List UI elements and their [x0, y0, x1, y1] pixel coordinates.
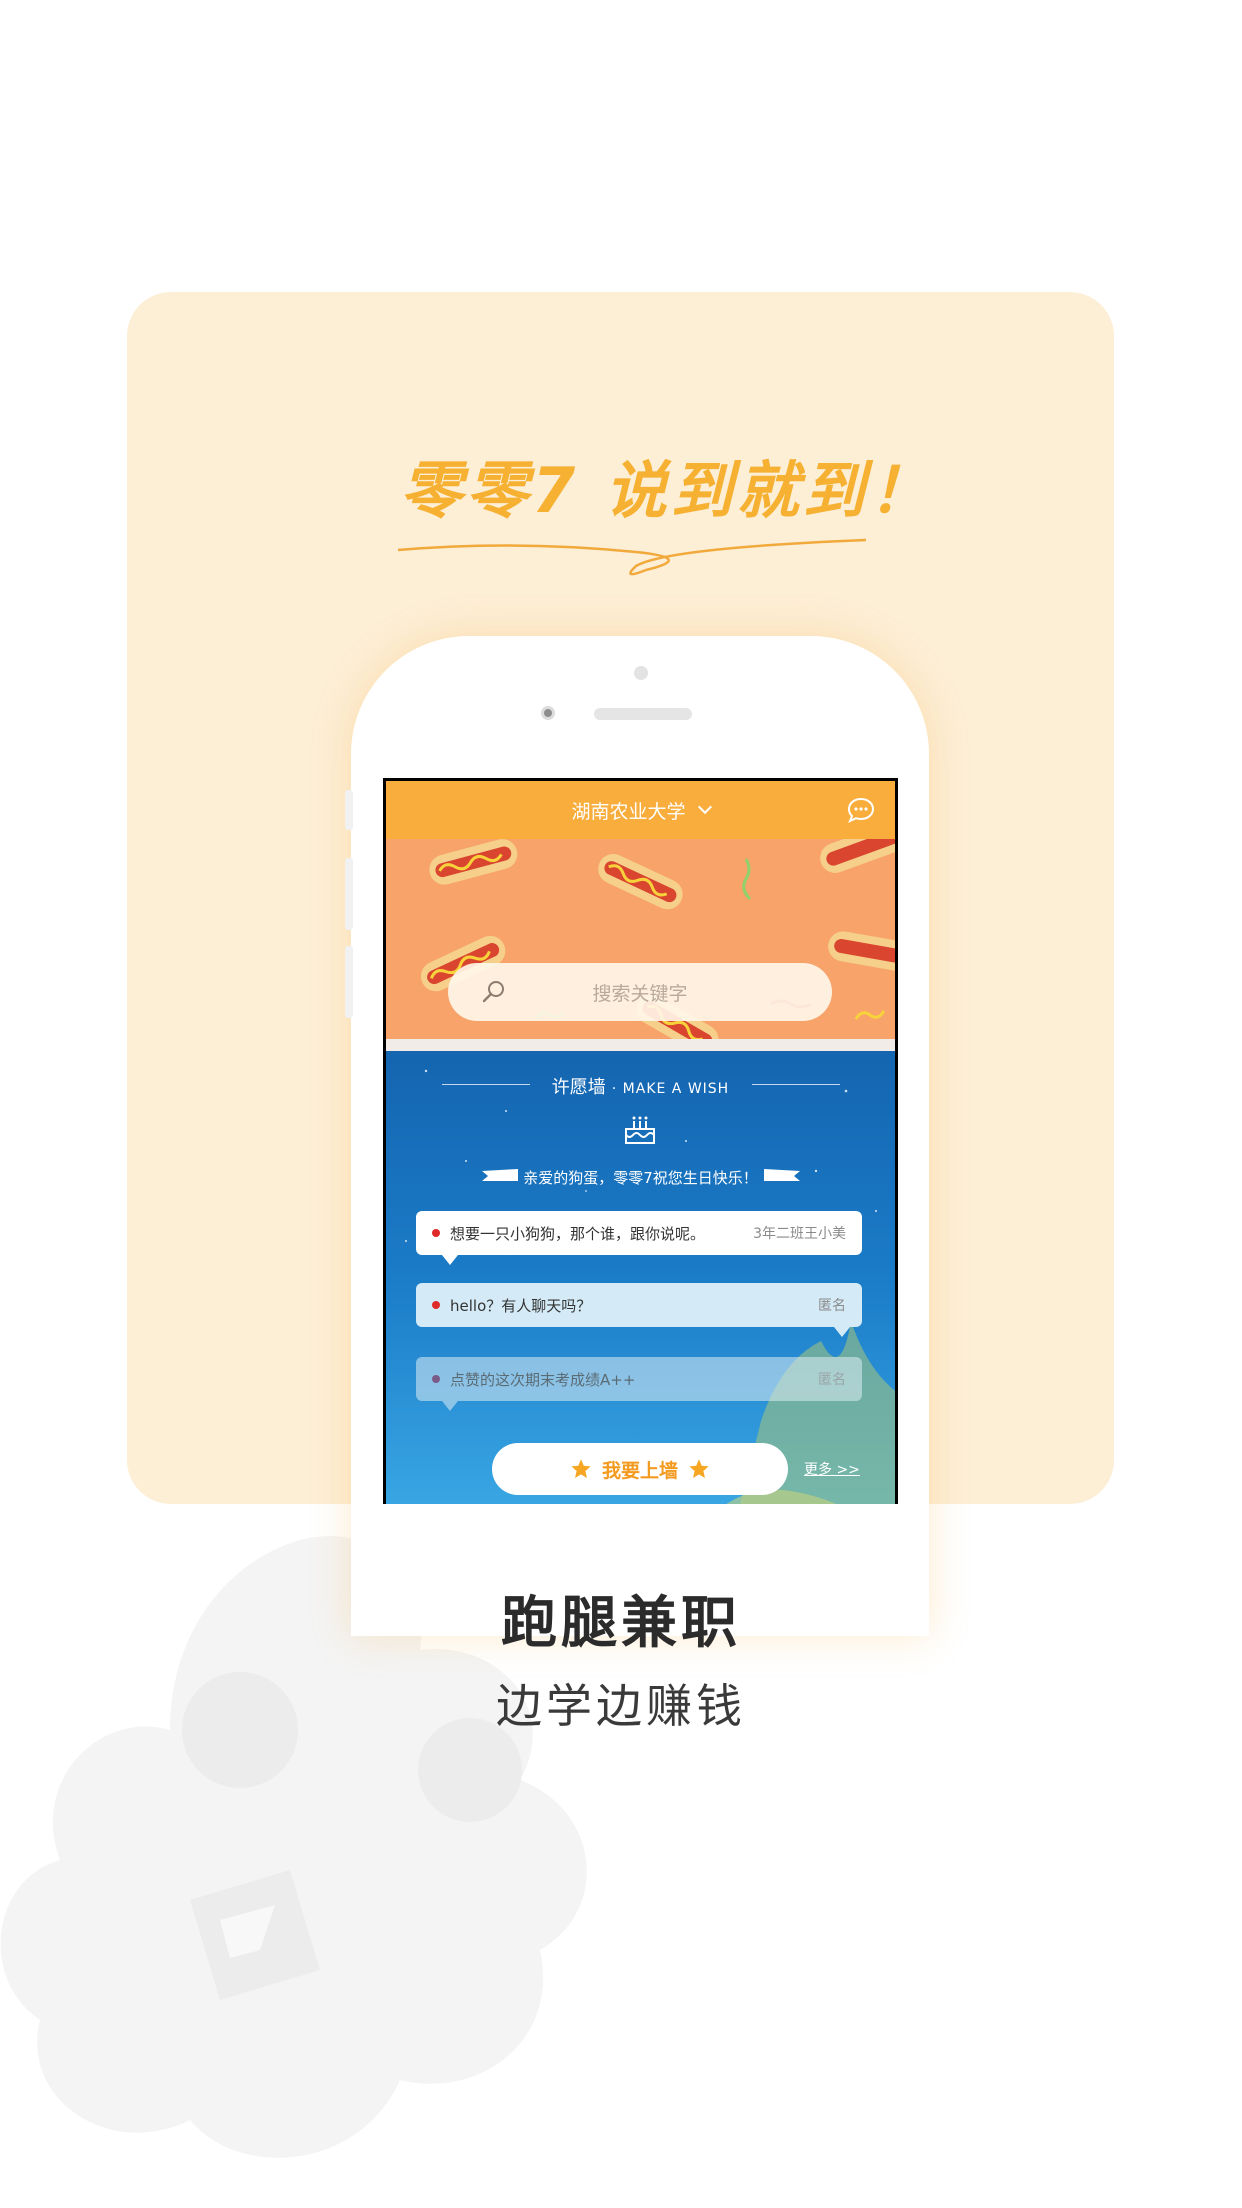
- slogan: 零零7 说到就到！: [397, 440, 931, 600]
- birthday-message: 亲爱的狗蛋，零零7祝您生日快乐！: [523, 1169, 758, 1187]
- post-wish-button[interactable]: 我要上墙: [492, 1443, 788, 1495]
- wish-title-en: · MAKE A WISH: [611, 1081, 730, 1097]
- caption-title: 跑腿兼职: [501, 1591, 741, 1656]
- search-input[interactable]: 搜索关键字: [448, 963, 832, 1021]
- wish-message[interactable]: hello？有人聊天吗？ 匿名: [416, 1283, 862, 1327]
- slogan-underline: [397, 538, 867, 576]
- hotdog-banner: 搜索关键字: [386, 839, 895, 1039]
- search-placeholder: 搜索关键字: [592, 983, 688, 1005]
- bullet-dot: [432, 1301, 440, 1309]
- title-rule-right: [752, 1084, 840, 1085]
- wish-message[interactable]: 想要一只小狗狗，那个谁，跟你说呢。 3年二班王小美: [416, 1211, 862, 1255]
- bubble-tail: [834, 1327, 850, 1337]
- bubble-tail: [442, 1401, 458, 1411]
- bullet-dot: [432, 1229, 440, 1237]
- bubble-tail: [442, 1255, 458, 1265]
- phone-volume-down: [345, 946, 353, 1018]
- star-icon: [571, 1459, 591, 1478]
- app-navbar: 湖南农业大学: [386, 781, 895, 839]
- phone-camera: [541, 706, 555, 720]
- bullet-dot: [432, 1375, 440, 1383]
- phone-volume-up: [345, 858, 353, 930]
- section-divider: [386, 1039, 895, 1051]
- campus-name: 湖南农业大学: [571, 800, 686, 823]
- slogan-text: 零零7 说到就到！: [400, 454, 935, 527]
- phone-speaker: [594, 708, 692, 720]
- wish-wall-title: 许愿墙 · MAKE A WISH: [386, 1073, 895, 1099]
- wish-message-text: 点赞的这次期末考成绩A++: [450, 1370, 636, 1389]
- wish-message-author: 匿名: [818, 1298, 846, 1314]
- post-wish-label: 我要上墙: [601, 1459, 678, 1482]
- wish-message-author: 3年二班王小美: [753, 1226, 846, 1242]
- chat-icon[interactable]: [847, 797, 875, 823]
- phone-sensor: [634, 666, 648, 680]
- ribbon-right: [764, 1169, 800, 1181]
- title-rule-left: [442, 1084, 530, 1085]
- star-icon: [689, 1459, 709, 1478]
- wish-message[interactable]: 点赞的这次期末考成绩A++ 匿名: [416, 1357, 862, 1401]
- chevron-down-icon: [697, 799, 712, 815]
- wish-title-cn: 许愿墙: [551, 1077, 606, 1098]
- wish-message-text: 想要一只小狗狗，那个谁，跟你说呢。: [450, 1224, 706, 1243]
- wish-message-author: 匿名: [818, 1372, 846, 1388]
- wish-wall: 许愿墙 · MAKE A WISH 亲爱的狗蛋，零零7祝您生日快乐！ 想要一只小狗…: [386, 1051, 895, 1504]
- caption-subtitle: 边学边赚钱: [496, 1679, 746, 1733]
- more-link[interactable]: 更多 >>: [804, 1459, 860, 1479]
- cake-icon: [625, 1116, 655, 1144]
- phone-mute-switch: [345, 790, 353, 830]
- phone-screen: 湖南农业大学 搜索关键字 许愿墙 · MAKE A WISH 亲爱的狗蛋，零零7…: [383, 778, 898, 1504]
- campus-selector[interactable]: 湖南农业大学: [571, 797, 712, 824]
- wish-message-text: hello？有人聊天吗？: [450, 1296, 592, 1315]
